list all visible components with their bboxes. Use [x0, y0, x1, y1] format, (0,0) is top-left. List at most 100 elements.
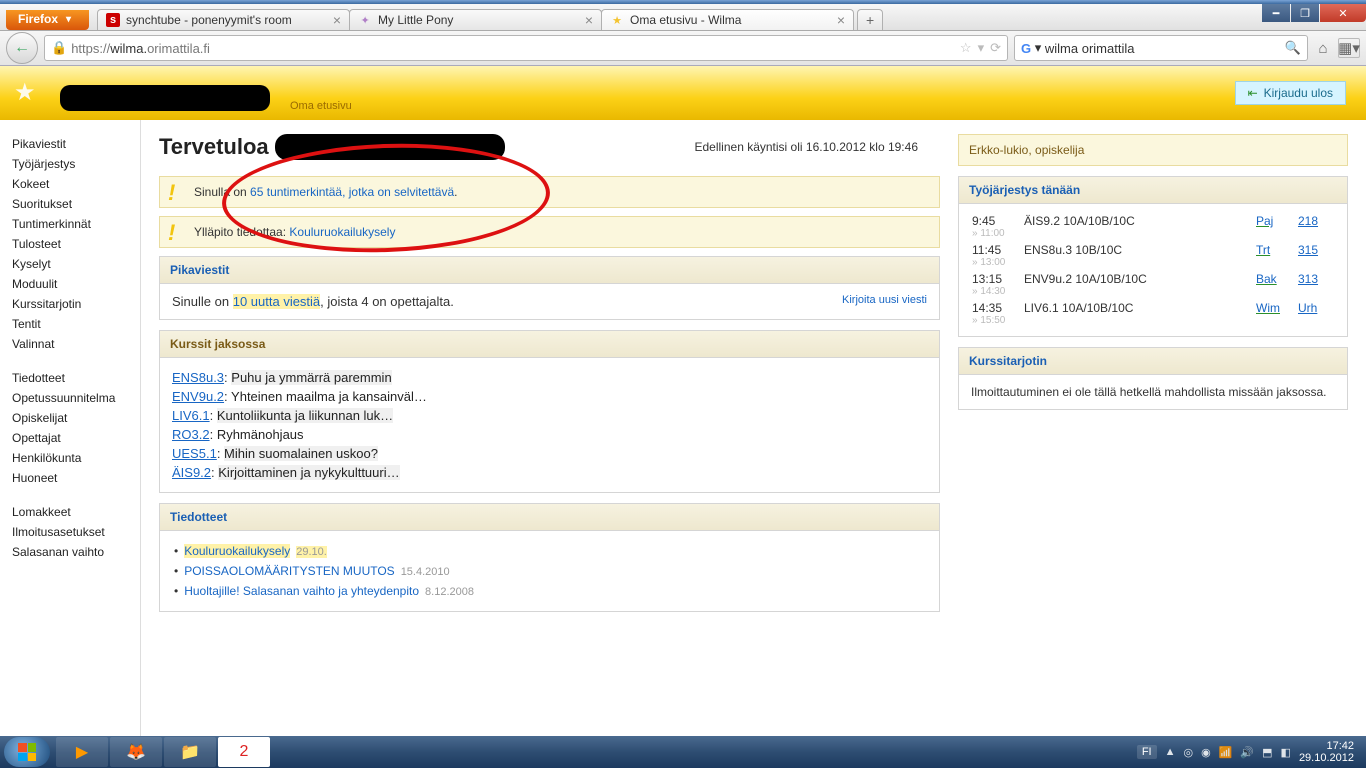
redacted-name-2 — [275, 134, 505, 160]
sidebar-item[interactable]: Opetussuunnitelma — [12, 388, 140, 408]
window-close-button[interactable]: ✕ — [1320, 4, 1366, 22]
schedule-table: 9:45» 11:00ÄIS9.2 10A/10B/10CPaj21811:45… — [969, 212, 1337, 328]
sidebar-item[interactable]: Tentit — [12, 314, 140, 334]
nav-toolbar: ← 🔒 https://wilma.orimattila.fi ☆▾⟳ G ▾ … — [0, 31, 1366, 66]
star-icon[interactable]: ☆ — [960, 40, 972, 56]
close-icon[interactable]: × — [837, 13, 845, 27]
alert-link[interactable]: Kouluruokailukysely — [289, 225, 395, 239]
panel-heading: Kurssit jaksossa — [160, 331, 939, 358]
start-button[interactable] — [4, 737, 50, 767]
tray-clock[interactable]: 17:4229.10.2012 — [1299, 740, 1354, 764]
sidebar-item[interactable]: Tulosteet — [12, 234, 140, 254]
messages-link[interactable]: 10 uutta viestiä — [233, 294, 320, 309]
news-link[interactable]: POISSAOLOMÄÄRITYSTEN MUUTOS — [184, 564, 394, 578]
addon-icon[interactable]: ▦▾ — [1338, 38, 1360, 58]
taskbar: ▶ 🦊 📁 2 FI ▲ ◎ ◉ 📶 🔊 ⬒ ◧ 17:4229.10.2012 — [0, 736, 1366, 768]
panel-tiedotteet: Tiedotteet Kouluruokailukysely29.10. POIS… — [159, 503, 940, 612]
lang-indicator[interactable]: FI — [1137, 745, 1157, 759]
schedule-row: 13:15» 14:30ENV9u.2 10A/10B/10CBak313 — [969, 270, 1337, 299]
search-bar[interactable]: G ▾ wilma orimattila 🔍 — [1014, 35, 1308, 61]
wilma-logo-icon: ★ — [14, 78, 44, 108]
sidebar-item[interactable]: Opettajat — [12, 428, 140, 448]
sidebar-item[interactable]: Salasanan vaihto — [12, 542, 140, 562]
task-mediaplayer[interactable]: ▶ — [56, 737, 108, 767]
room-link[interactable]: Urh — [1298, 301, 1317, 315]
course-row: ENV9u.2: Yhteinen maailma ja kansainväl… — [172, 387, 927, 406]
sidebar-item[interactable]: Tiedotteet — [12, 368, 140, 388]
panel-kurssit: Kurssit jaksossa ENS8u.3: Puhu ja ymmärr… — [159, 330, 940, 493]
sidebar-item[interactable]: Kokeet — [12, 174, 140, 194]
favicon-synchtube: s — [106, 13, 120, 27]
task-explorer[interactable]: 📁 — [164, 737, 216, 767]
panel-kurssitarjotin: Kurssitarjotin Ilmoittautuminen ei ole t… — [958, 347, 1348, 410]
tab-1[interactable]: s synchtube - ponenyymit's room × — [97, 9, 350, 30]
course-link[interactable]: ÄIS9.2 — [172, 465, 211, 480]
task-app[interactable]: 2 — [218, 737, 270, 767]
write-message-link[interactable]: Kirjoita uusi viesti — [842, 294, 927, 309]
room-link[interactable]: 315 — [1298, 243, 1318, 257]
tray-icon[interactable]: ◧ — [1281, 746, 1291, 759]
course-link[interactable]: UES5.1 — [172, 446, 217, 461]
sidebar-item[interactable]: Opiskelijat — [12, 408, 140, 428]
search-icon[interactable]: 🔍 — [1285, 40, 1301, 56]
schedule-row: 9:45» 11:00ÄIS9.2 10A/10B/10CPaj218 — [969, 212, 1337, 241]
teacher-link[interactable]: Paj — [1256, 214, 1273, 228]
news-link[interactable]: Huoltajille! Salasanan vaihto ja yhteyde… — [184, 584, 419, 598]
news-item: Kouluruokailukysely29.10. — [172, 541, 927, 561]
sidebar-item[interactable]: Suoritukset — [12, 194, 140, 214]
teacher-link[interactable]: Wim — [1256, 301, 1280, 315]
new-tab-button[interactable]: + — [857, 9, 883, 30]
close-icon[interactable]: × — [333, 13, 341, 27]
system-tray: FI ▲ ◎ ◉ 📶 🔊 ⬒ ◧ 17:4229.10.2012 — [1137, 740, 1362, 764]
tray-icon[interactable]: ⬒ — [1262, 746, 1272, 759]
alert-link[interactable]: 65 tuntimerkintää, jotka on selvitettävä — [250, 185, 454, 199]
sidebar-item[interactable]: Kyselyt — [12, 254, 140, 274]
panel-heading: Tiedotteet — [160, 504, 939, 531]
favicon-wilma: ★ — [610, 13, 624, 27]
tab-3[interactable]: ★ Oma etusivu - Wilma × — [601, 9, 854, 30]
google-icon: G — [1021, 41, 1031, 56]
tray-icon[interactable]: ◎ — [1184, 746, 1194, 759]
sidebar-item[interactable]: Valinnat — [12, 334, 140, 354]
tab-title: My Little Pony — [378, 13, 453, 27]
panel-heading: Pikaviestit — [160, 257, 939, 284]
sidebar-item[interactable]: Lomakkeet — [12, 502, 140, 522]
news-link[interactable]: Kouluruokailukysely — [184, 544, 290, 558]
task-firefox[interactable]: 🦊 — [110, 737, 162, 767]
logout-button[interactable]: Kirjaudu ulos — [1235, 81, 1346, 105]
firefox-menu-button[interactable]: Firefox — [6, 10, 89, 30]
close-icon[interactable]: × — [585, 13, 593, 27]
tray-network-icon[interactable]: 📶 — [1219, 746, 1233, 759]
sidebar-item[interactable]: Moduulit — [12, 274, 140, 294]
reload-icon[interactable]: ⟳ — [990, 40, 1001, 56]
tray-volume-icon[interactable]: 🔊 — [1240, 746, 1254, 759]
course-row: ÄIS9.2: Kirjoittaminen ja nykykulttuuri… — [172, 463, 927, 482]
alert-icon: ! — [168, 220, 175, 246]
sidebar-item[interactable]: Tuntimerkinnät — [12, 214, 140, 234]
room-link[interactable]: 218 — [1298, 214, 1318, 228]
url-bar[interactable]: 🔒 https://wilma.orimattila.fi ☆▾⟳ — [44, 35, 1008, 61]
room-link[interactable]: 313 — [1298, 272, 1318, 286]
window-maximize-button[interactable]: ❐ — [1291, 4, 1319, 22]
window-minimize-button[interactable]: ━ — [1262, 4, 1290, 22]
tab-2[interactable]: ✦ My Little Pony × — [349, 9, 602, 30]
breadcrumb[interactable]: Oma etusivu — [290, 100, 352, 112]
course-link[interactable]: LIV6.1 — [172, 408, 210, 423]
teacher-link[interactable]: Bak — [1256, 272, 1277, 286]
course-link[interactable]: ENV9u.2 — [172, 389, 224, 404]
search-value: wilma orimattila — [1045, 41, 1135, 56]
sidebar-item[interactable]: Pikaviestit — [12, 134, 140, 154]
sidebar-item[interactable]: Henkilökunta — [12, 448, 140, 468]
sidebar-item[interactable]: Kurssitarjotin — [12, 294, 140, 314]
tray-icon[interactable]: ◉ — [1201, 746, 1211, 759]
teacher-link[interactable]: Trt — [1256, 243, 1270, 257]
home-icon[interactable]: ⌂ — [1314, 39, 1332, 57]
course-row: UES5.1: Mihin suomalainen uskoo? — [172, 444, 927, 463]
course-link[interactable]: ENS8u.3 — [172, 370, 224, 385]
sidebar-item[interactable]: Huoneet — [12, 468, 140, 488]
sidebar-item[interactable]: Ilmoitusasetukset — [12, 522, 140, 542]
sidebar-item[interactable]: Työjärjestys — [12, 154, 140, 174]
course-link[interactable]: RO3.2 — [172, 427, 210, 442]
tray-flag-icon[interactable]: ▲ — [1165, 746, 1176, 758]
back-button[interactable]: ← — [6, 32, 38, 64]
